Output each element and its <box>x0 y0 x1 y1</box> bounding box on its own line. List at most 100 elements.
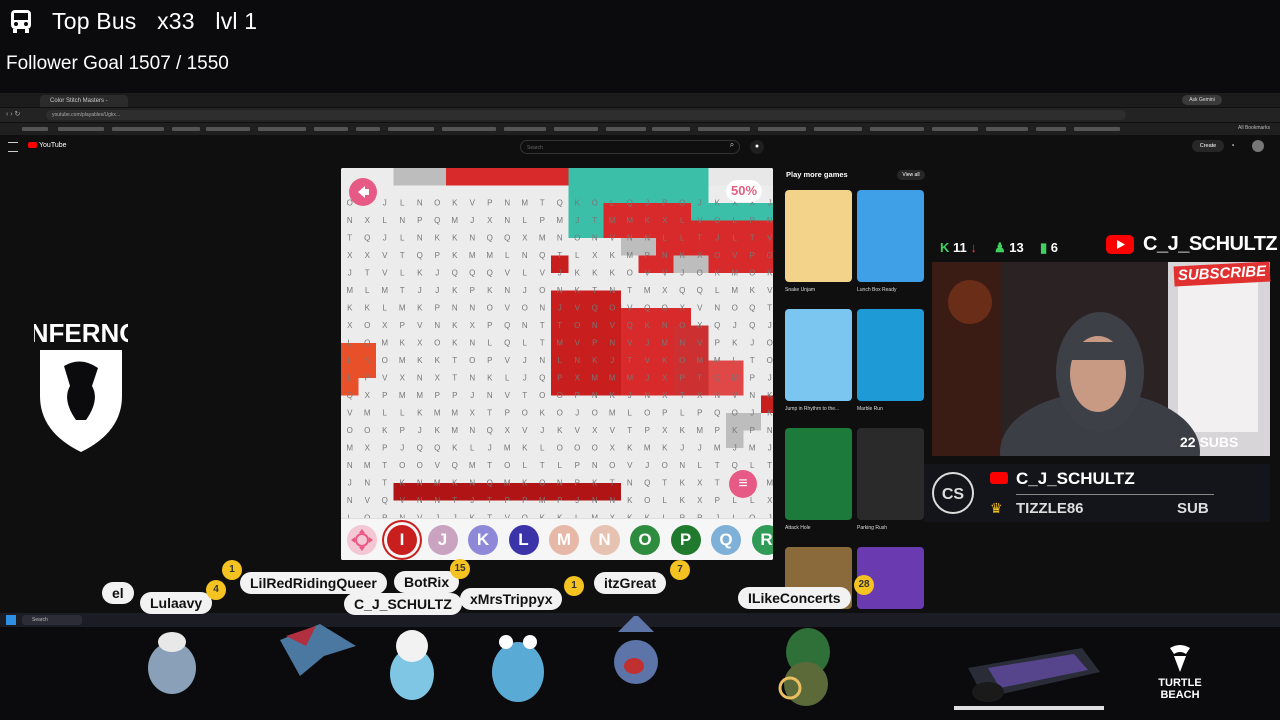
svg-text:P: P <box>557 496 562 505</box>
svg-text:K: K <box>767 391 773 400</box>
svg-text:T: T <box>522 391 527 400</box>
svg-text:T: T <box>627 356 632 365</box>
svg-text:M: M <box>381 338 388 347</box>
palette-color-r[interactable]: R <box>751 525 773 555</box>
color-stitch-game[interactable]: OPJLNOKVPNMTQKOLQJPOJKXXJNXLNPQMJXNLPMJT… <box>341 168 773 560</box>
svg-text:V: V <box>662 268 668 277</box>
svg-text:O: O <box>767 338 773 347</box>
palette-color-m[interactable]: M <box>549 525 579 555</box>
svg-text:J: J <box>733 443 737 452</box>
svg-text:L: L <box>663 233 668 242</box>
palette-color-i[interactable]: I <box>387 525 417 555</box>
svg-text:O: O <box>522 408 528 417</box>
svg-text:N: N <box>557 286 563 295</box>
game-thumbnail[interactable] <box>785 309 852 401</box>
palette-color-n[interactable]: N <box>589 525 620 555</box>
menu-button[interactable]: ≡ <box>729 470 757 498</box>
svg-text:T: T <box>715 478 720 487</box>
create-button[interactable]: Create <box>1192 140 1224 152</box>
svg-text:V: V <box>767 233 773 242</box>
svg-text:N: N <box>417 373 423 382</box>
bell-icon[interactable]: ◔ <box>1230 141 1240 151</box>
svg-text:P: P <box>715 338 720 347</box>
svg-text:X: X <box>662 286 668 295</box>
svg-text:M: M <box>469 461 476 470</box>
game-title[interactable]: Attack Hole <box>785 525 855 531</box>
svg-text:V: V <box>610 321 616 330</box>
palette-color-k[interactable]: K <box>468 525 498 555</box>
svg-text:J: J <box>715 233 719 242</box>
svg-text:V: V <box>575 426 581 435</box>
game-title[interactable]: Snake Unjam <box>785 287 855 293</box>
stitch-grid[interactable]: OPJLNOKVPNMTQKOLQJPOJKXXJNXLNPQMJXNLPMJT… <box>341 168 773 518</box>
svg-text:M: M <box>399 391 406 400</box>
svg-text:M: M <box>609 216 616 225</box>
svg-text:X: X <box>487 216 493 225</box>
svg-text:J: J <box>733 321 737 330</box>
svg-text:M: M <box>766 478 773 487</box>
svg-text:L: L <box>628 408 633 417</box>
svg-text:V: V <box>697 216 703 225</box>
palette-color-p[interactable]: P <box>670 525 701 555</box>
channel-logo-icon: CS <box>932 472 974 514</box>
sprite-2 <box>280 624 356 676</box>
svg-text:N: N <box>347 216 353 225</box>
tab-active[interactable]: Color Stitch Masters - YouTube <box>40 95 128 116</box>
svg-text:M: M <box>346 286 353 295</box>
ask-gemini-button[interactable]: Ask Gemini <box>1182 95 1222 105</box>
svg-text:P: P <box>662 198 667 207</box>
game-title[interactable]: Lunch Box Ready <box>857 287 927 293</box>
mic-icon[interactable]: ● <box>750 140 764 154</box>
svg-text:K: K <box>400 478 406 487</box>
svg-text:K: K <box>452 443 458 452</box>
svg-text:N: N <box>469 233 475 242</box>
svg-text:M: M <box>451 426 458 435</box>
move-tool-icon[interactable] <box>347 525 377 555</box>
svg-text:T: T <box>452 496 457 505</box>
svg-text:M: M <box>416 391 423 400</box>
search-icon[interactable]: ⌕ <box>724 140 740 154</box>
svg-text:N: N <box>609 338 615 347</box>
menu-icon[interactable] <box>8 142 18 152</box>
game-title[interactable]: Parking Rush <box>857 525 927 531</box>
svg-text:M: M <box>556 338 563 347</box>
svg-text:T: T <box>680 391 685 400</box>
game-thumbnail[interactable] <box>857 428 924 520</box>
svg-text:Q: Q <box>469 268 475 277</box>
game-title[interactable]: Marble Run <box>857 406 927 412</box>
svg-text:J: J <box>418 426 422 435</box>
game-title[interactable]: Jump in Rhythm to the... <box>785 406 855 412</box>
url-input[interactable]: youtube.com/playables/Ugkx... <box>46 110 1126 120</box>
svg-text:O: O <box>469 356 475 365</box>
game-thumbnail[interactable] <box>785 428 852 520</box>
palette-color-o[interactable]: O <box>630 525 660 555</box>
svg-text:P: P <box>750 426 755 435</box>
windows-start-icon[interactable] <box>6 615 16 625</box>
svg-text:K: K <box>557 426 563 435</box>
svg-text:N: N <box>609 286 615 295</box>
avatar[interactable] <box>1252 140 1264 152</box>
svg-text:J: J <box>383 198 387 207</box>
svg-text:V: V <box>732 251 738 260</box>
palette-color-q[interactable]: Q <box>711 525 741 555</box>
svg-text:P: P <box>452 391 457 400</box>
palette-color-j[interactable]: J <box>427 525 458 555</box>
svg-text:K: K <box>767 268 773 277</box>
svg-text:X: X <box>365 216 371 225</box>
game-thumbnail[interactable] <box>785 190 852 282</box>
game-thumbnail[interactable] <box>857 309 924 401</box>
game-thumbnail[interactable] <box>857 190 924 282</box>
all-bookmarks-link[interactable]: All Bookmarks <box>1238 125 1270 131</box>
svg-text:L: L <box>383 216 388 225</box>
view-all-button[interactable]: View all <box>897 170 925 180</box>
taskbar-search[interactable]: Search <box>22 615 82 625</box>
palette-color-l[interactable]: L <box>508 525 539 555</box>
search-input[interactable]: Search <box>520 140 740 154</box>
svg-text:P: P <box>487 321 492 330</box>
back-button[interactable] <box>349 178 377 206</box>
nav-arrows-icon[interactable]: ‹ › ↻ <box>6 111 36 119</box>
svg-text:P: P <box>645 426 650 435</box>
svg-text:J: J <box>575 216 579 225</box>
svg-text:O: O <box>644 408 650 417</box>
youtube-logo[interactable]: YouTube <box>28 142 67 149</box>
